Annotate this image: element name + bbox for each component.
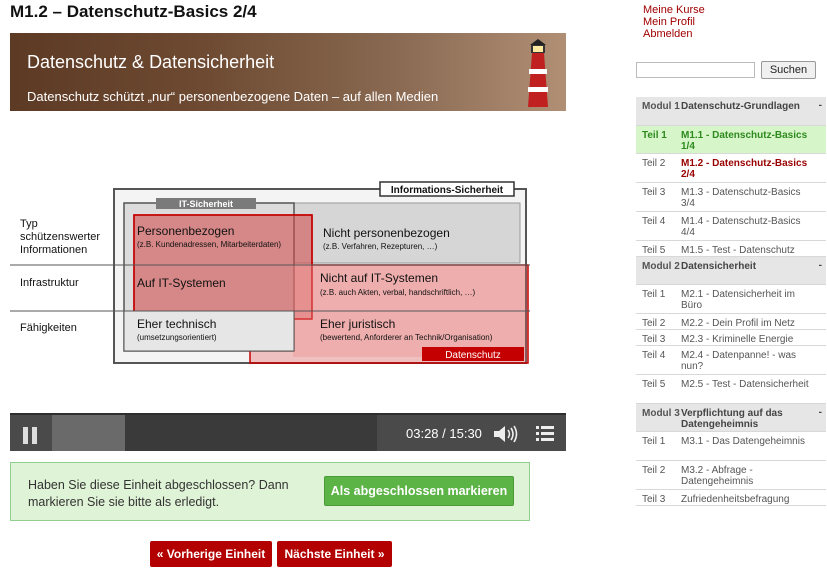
sidebar-lesson-item[interactable]: Teil 4 M2.4 - Datenpanne! - was nun? [636,346,826,375]
video-controls: 03:28 / 15:30 [10,413,566,451]
sidebar-lesson-item[interactable]: Teil 3 M2.3 - Kriminelle Energie [636,330,826,346]
lesson-title: M1.2 - Datenschutz-Basics 2/4 [681,158,808,180]
info-security-label: Informations-Sicherheit [391,185,504,196]
lesson-number: Teil 3 [642,187,666,198]
lesson-title: M1.5 - Test - Datenschutz [681,245,795,256]
mark-complete-button[interactable]: Als abgeschlossen markieren [324,476,514,506]
security-diagram: Informations-Sicherheit IT-Sicherheit Da… [10,181,530,364]
cell-tech-sub: (umsetzungsorientiert) [137,333,217,342]
lesson-number: Teil 1 [642,130,667,141]
lesson-title: M2.1 - Datensicherheit im Büro [681,289,795,311]
completion-text: Haben Sie diese Einheit abgeschlossen? D… [28,478,289,509]
slide-banner: Datenschutz & Datensicherheit Datenschut… [10,33,566,111]
next-unit-button[interactable]: Nächste Einheit » [277,541,392,567]
lesson-number: Teil 4 [642,216,666,227]
lesson-number: Teil 4 [642,350,666,361]
lesson-title: M1.1 - Datenschutz-Basics 1/4 [681,130,808,152]
cell-personal-title: Personenbezogen [137,224,234,238]
lesson-number: Teil 5 [642,245,666,256]
lesson-number: Teil 3 [642,334,666,345]
menu-icon[interactable] [534,423,556,445]
row-label-3: Informationen [20,244,87,256]
sidebar-lesson-item[interactable]: Teil 2 M3.2 - Abfrage - Datengeheimnis [636,461,826,490]
sidebar-module-header[interactable]: Modul 1 Datenschutz-Grundlagen - [636,97,826,126]
lesson-number: Teil 1 [642,289,666,300]
cell-tech-title: Eher technisch [137,317,216,331]
lesson-title: M2.3 - Kriminelle Energie [681,334,794,345]
cell-notit-title: Nicht auf IT-Systemen [320,271,438,285]
lesson-title: M1.4 - Datenschutz-Basics 4/4 [681,216,801,238]
collapse-toggle-icon[interactable]: - [819,260,822,271]
sidebar-lesson-item[interactable]: Teil 3 Zufriedenheitsbefragung [636,490,826,506]
sidebar-module-header[interactable]: Modul 2 Datensicherheit - [636,257,826,285]
my-courses-link[interactable]: Meine Kurse [643,4,705,16]
module-title: Verpflichtung auf das Datengeheimnis [681,408,783,430]
my-profile-link[interactable]: Mein Profil [643,16,705,28]
banner-subtitle: Datenschutz schützt „nur“ personenbezoge… [27,89,439,104]
progress-fill [52,415,125,451]
sidebar-lesson-item[interactable]: Teil 2 M2.2 - Dein Profil im Netz [636,314,826,330]
row-label-2: schützenswerter [20,231,100,243]
it-security-label: IT-Sicherheit [179,199,233,209]
lesson-title: M1.3 - Datenschutz-Basics 3/4 [681,187,801,209]
banner-title: Datenschutz & Datensicherheit [27,52,275,72]
collapse-toggle-icon[interactable]: - [819,100,822,111]
lesson-number: Teil 5 [642,379,666,390]
module-number: Modul 2 [642,261,680,272]
sidebar-lesson-item[interactable]: Teil 1 M3.1 - Das Datengeheimnis [636,432,826,461]
slide-content: Informations-Sicherheit IT-Sicherheit Da… [10,111,566,413]
sidebar-lesson-item[interactable]: Teil 2 M1.2 - Datenschutz-Basics 2/4 [636,154,826,183]
user-menu: Meine Kurse Mein Profil Abmelden [643,4,705,40]
row-label-infrastructure: Infrastruktur [20,277,79,289]
module-title: Datenschutz-Grundlagen [681,101,800,112]
lesson-title: Zufriedenheitsbefragung [681,494,790,505]
volume-icon[interactable] [492,423,520,445]
sidebar-module-header[interactable]: Modul 3 Verpflichtung auf das Datengeheim… [636,404,826,432]
module-number: Modul 3 [642,408,680,419]
lesson-number: Teil 2 [642,465,666,476]
lesson-title: M2.4 - Datenpanne! - was nun? [681,350,797,372]
time-display: 03:28 / 15:30 [406,426,482,441]
pause-icon[interactable] [14,421,48,449]
sidebar-lesson-item[interactable]: Teil 4 M1.4 - Datenschutz-Basics 4/4 [636,212,826,241]
sidebar-lesson-item[interactable]: Teil 3 M1.3 - Datenschutz-Basics 3/4 [636,183,826,212]
lesson-number: Teil 3 [642,494,666,505]
lesson-number: Teil 2 [642,158,666,169]
module-title: Datensicherheit [681,261,757,272]
module-number: Modul 1 [642,101,680,112]
sidebar-lesson-item[interactable]: Teil 1 M2.1 - Datensicherheit im Büro [636,285,826,314]
cell-nonpersonal-title: Nicht personenbezogen [323,226,450,240]
cell-nonpersonal-sub: (z.B. Verfahren, Rezepturen, …) [323,242,438,251]
cell-notit-sub: (z.B. auch Akten, verbal, handschriftlic… [320,288,476,297]
search-input[interactable] [636,62,755,78]
lighthouse-icon [528,39,548,107]
cell-personal-sub: (z.B. Kundenadressen, Mitarbeiterdaten) [137,240,281,249]
logout-link[interactable]: Abmelden [643,28,705,40]
lesson-number: Teil 1 [642,436,666,447]
page-title: M1.2 – Datenschutz-Basics 2/4 [10,2,257,21]
sidebar-lesson-item[interactable]: Teil 1 M1.1 - Datenschutz-Basics 1/4 [636,126,826,154]
cell-onit-title: Auf IT-Systemen [137,276,226,290]
cell-legal-title: Eher juristisch [320,317,395,331]
sidebar-lesson-item[interactable]: Teil 5 M1.5 - Test - Datenschutz [636,241,826,257]
sidebar-lesson-item[interactable]: Teil 5 M2.5 - Test - Datensicherheit [636,375,826,404]
lesson-number: Teil 2 [642,318,666,329]
lesson-title: M3.1 - Das Datengeheimnis [681,436,805,447]
lesson-title: M3.2 - Abfrage - Datengeheimnis [681,465,754,487]
row-label-1: Typ [20,218,38,230]
previous-unit-button[interactable]: « Vorherige Einheit [150,541,272,567]
lesson-title: M2.2 - Dein Profil im Netz [681,318,795,329]
completion-box: Haben Sie diese Einheit abgeschlossen? D… [10,462,530,521]
row-label-skills: Fähigkeiten [20,322,77,334]
lesson-title: M2.5 - Test - Datensicherheit [681,379,809,390]
video-player[interactable]: Datenschutz & Datensicherheit Datenschut… [10,33,566,451]
course-navigation: Modul 1 Datenschutz-Grundlagen - Teil 1 M1.1… [636,97,826,506]
data-protection-label: Datenschutz [445,350,501,361]
search-button[interactable]: Suchen [761,61,816,79]
cell-legal-sub: (bewertend, Anforderer an Technik/Organi… [320,333,493,342]
collapse-toggle-icon[interactable]: - [819,407,822,418]
